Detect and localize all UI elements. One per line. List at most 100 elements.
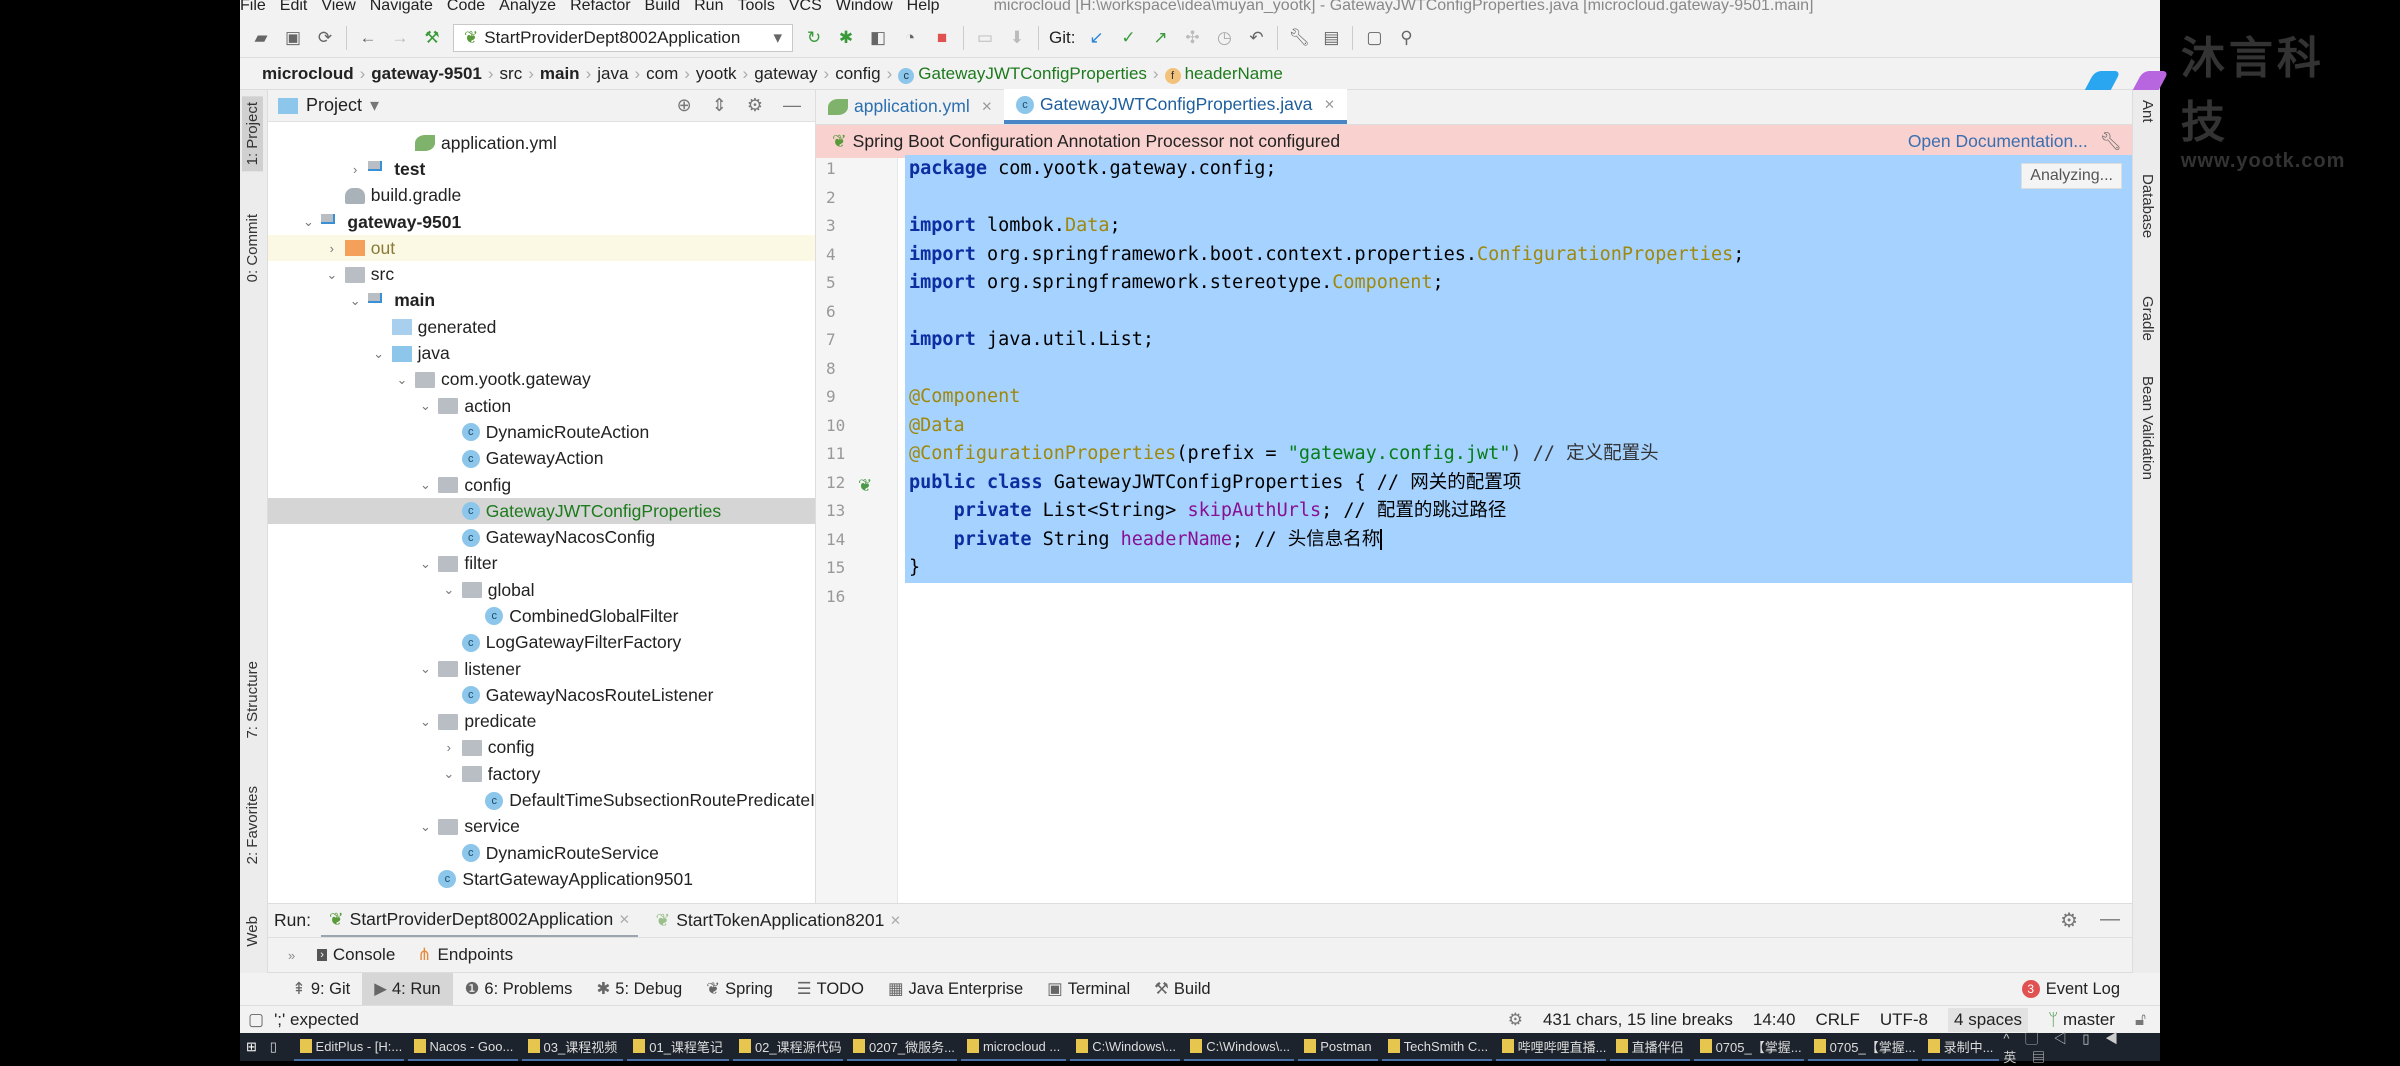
chevron-down-icon[interactable]: ⌄ <box>416 819 434 835</box>
taskbar-item[interactable]: microcloud ... <box>960 1033 1067 1061</box>
tool-window-commit[interactable]: 0: Commit <box>242 208 263 288</box>
code-line[interactable] <box>905 183 2132 212</box>
git-merge-icon[interactable]: ✣ <box>1181 27 1203 49</box>
tool-window-gradle[interactable]: Gradle <box>2137 290 2158 347</box>
breadcrumb-item[interactable]: main <box>540 64 580 84</box>
tree-item[interactable]: › config <box>268 735 815 761</box>
menu-tools[interactable]: Tools <box>737 0 774 14</box>
tree-item[interactable]: application.yml <box>268 130 815 156</box>
menu-code[interactable]: Code <box>447 0 485 14</box>
tool-window-structure[interactable]: 7: Structure <box>242 655 263 745</box>
run-configuration-select[interactable]: ❦ StartProviderDept8002Application ▾ <box>453 23 793 52</box>
taskbar-item[interactable]: C:\Windows\... <box>1070 1033 1181 1061</box>
menu-refactor[interactable]: Refactor <box>570 0 630 14</box>
tree-item[interactable]: ⌄ main <box>268 288 815 314</box>
code-line[interactable]: private List<String> skipAuthUrls; // 配置… <box>905 497 2132 526</box>
menu-vcs[interactable]: VCS <box>789 0 822 14</box>
task-view-icon[interactable]: ▯ <box>270 1039 290 1055</box>
forward-icon[interactable]: → <box>389 27 411 49</box>
breadcrumb-item[interactable]: src <box>500 64 523 84</box>
collapse-all-icon[interactable]: ⇕ <box>712 95 727 116</box>
gear-icon[interactable]: ⚙ <box>747 95 763 116</box>
deploy-icon[interactable]: ⬇ <box>1006 27 1028 49</box>
lock-icon[interactable]: 🔓︎ <box>2135 1010 2146 1030</box>
breadcrumb-item[interactable]: gateway-9501 <box>371 64 482 84</box>
tree-item[interactable]: c LogGatewayFilterFactory <box>268 630 815 656</box>
code-line[interactable]: package com.yootk.gateway.config; <box>905 155 2132 184</box>
breadcrumb-item[interactable]: com <box>646 64 678 84</box>
taskbar-item[interactable]: 哔哩哔哩直播... <box>1495 1033 1606 1061</box>
tool-tab[interactable]: ✱ 5: Debug <box>584 973 694 1005</box>
menu-run[interactable]: Run <box>694 0 723 14</box>
chevron-down-icon[interactable]: ⌄ <box>346 293 364 309</box>
tool-tab[interactable]: ❶ 6: Problems <box>453 973 585 1005</box>
taskbar-item[interactable]: 0705_【掌握... <box>1693 1033 1804 1061</box>
tool-tab[interactable]: ▶ 4: Run <box>362 973 453 1005</box>
caret-position[interactable]: 14:40 <box>1753 1010 1796 1030</box>
device-icon[interactable]: ▭ <box>974 27 996 49</box>
tree-item[interactable]: › out <box>268 235 815 262</box>
search-icon[interactable]: ⚲ <box>1395 27 1417 49</box>
open-icon[interactable]: ▰ <box>250 27 272 49</box>
tool-window-web[interactable]: Web <box>242 910 263 953</box>
panel-toggle-icon[interactable]: ▢ <box>248 1010 264 1030</box>
tree-item[interactable]: c DynamicRouteService <box>268 840 815 866</box>
bean-gutter-icon[interactable]: ❦ <box>858 472 872 501</box>
code-line[interactable]: @Component <box>905 383 2132 412</box>
code-line[interactable]: import lombok.Data; <box>905 212 2132 241</box>
tree-item[interactable]: ⌄ src <box>268 261 815 287</box>
chevron-right-icon[interactable]: › <box>440 740 458 755</box>
code-line[interactable]: import org.springframework.boot.context.… <box>905 240 2132 269</box>
code-line[interactable] <box>905 297 2132 326</box>
tool-tab[interactable]: ☰ TODO <box>785 973 876 1005</box>
history-icon[interactable]: ◷ <box>1213 27 1235 49</box>
menu-help[interactable]: Help <box>907 0 940 14</box>
presentation-icon[interactable]: ▢ <box>1363 27 1385 49</box>
taskbar-item[interactable]: 01_课程笔记 <box>627 1033 729 1061</box>
gear-icon[interactable]: ⚙ <box>2060 908 2078 933</box>
profile-icon[interactable]: ◔ <box>899 27 921 49</box>
breadcrumb-item[interactable]: gateway <box>754 64 817 84</box>
project-structure-icon[interactable]: ▤ <box>1320 27 1342 49</box>
inspection-icon[interactable]: ⚙ <box>1508 1010 1523 1030</box>
code-line[interactable]: @Data <box>905 411 2132 440</box>
taskbar-item[interactable]: 02_课程源代码 <box>732 1033 843 1061</box>
chevron-down-icon[interactable]: ⌄ <box>440 582 458 598</box>
taskbar-item[interactable]: TechSmith C... <box>1381 1033 1492 1061</box>
tree-item[interactable]: c GatewayNacosConfig <box>268 524 815 550</box>
taskbar-item[interactable]: 0705_【掌握... <box>1807 1033 1918 1061</box>
minimize-icon[interactable]: — <box>2100 908 2120 933</box>
stop-icon[interactable]: ■ <box>931 27 953 49</box>
tree-item[interactable]: ⌄ predicate <box>268 709 815 735</box>
tree-item[interactable]: ⌄ gateway-9501 <box>268 209 815 235</box>
console-tab[interactable]: › Console <box>317 945 395 965</box>
tree-item[interactable]: generated <box>268 314 815 340</box>
taskbar-item[interactable]: Postman <box>1298 1033 1378 1061</box>
tree-item[interactable]: ⌄ action <box>268 393 815 419</box>
tree-item[interactable]: ⌄ java <box>268 340 815 366</box>
tool-window-favorites[interactable]: 2: Favorites <box>242 780 263 870</box>
system-tray[interactable]: ^ ▢ ◁ ▯ ◀ 英 ▤ <box>2003 1028 2160 1066</box>
chevron-down-icon[interactable]: ⌄ <box>440 766 458 782</box>
rollback-icon[interactable]: ↶ <box>1245 27 1267 49</box>
tree-item[interactable]: › test <box>268 156 815 182</box>
tool-tab[interactable]: ▣ Terminal <box>1035 973 1142 1005</box>
menu-view[interactable]: View <box>321 0 355 14</box>
code-line[interactable]: @ConfigurationProperties(prefix = "gatew… <box>905 440 2132 469</box>
breadcrumb-item[interactable]: config <box>835 64 880 84</box>
project-view-select[interactable]: Project <box>306 95 362 116</box>
tree-item[interactable]: ⌄ global <box>268 577 815 603</box>
menu-edit[interactable]: Edit <box>280 0 308 14</box>
settings-wrench-icon[interactable]: 🔧︎ <box>1288 27 1311 49</box>
chevron-right-icon[interactable]: › <box>323 241 341 256</box>
tool-tab[interactable]: ▦ Java Enterprise <box>876 973 1035 1005</box>
code-line[interactable] <box>905 583 2132 612</box>
breadcrumb-item[interactable]: f headerName <box>1164 64 1283 84</box>
sync-icon[interactable]: ⟳ <box>314 27 336 49</box>
chevron-down-icon[interactable]: ⌄ <box>393 372 411 388</box>
git-push-icon[interactable]: ↗ <box>1149 27 1171 49</box>
menu-window[interactable]: Window <box>836 0 893 14</box>
tree-item[interactable]: c GatewayAction <box>268 446 815 472</box>
chevron-down-icon[interactable]: ⌄ <box>416 714 434 730</box>
event-log-button[interactable]: 3 Event Log <box>2021 980 2160 999</box>
